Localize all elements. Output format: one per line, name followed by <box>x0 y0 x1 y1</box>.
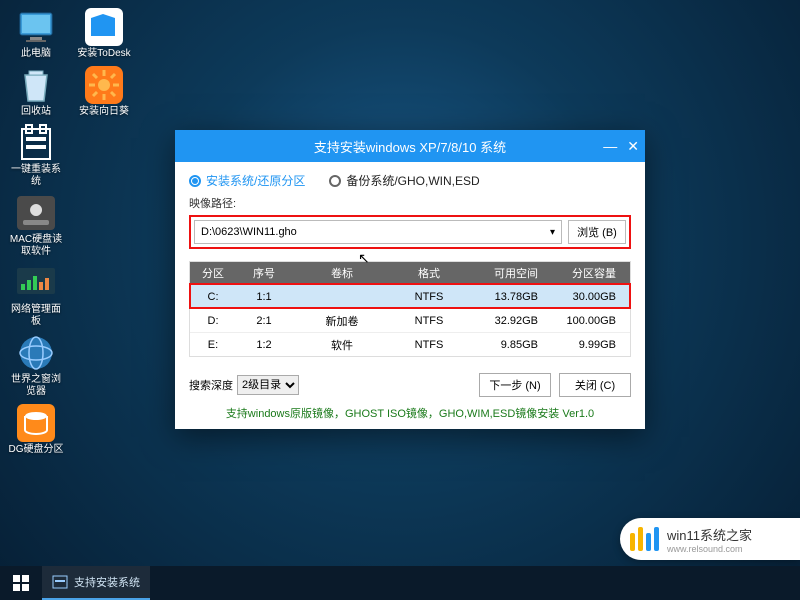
radio-off-icon <box>329 175 341 187</box>
desktop-icon-pc[interactable]: 此电脑 <box>8 8 64 60</box>
radio-on-icon <box>189 175 201 187</box>
desktop-icon-sunflower[interactable]: 安装向日葵 <box>76 66 132 118</box>
next-button[interactable]: 下一步 (N) <box>479 373 551 397</box>
depth-label: 搜索深度 <box>189 377 233 393</box>
sunflower-icon <box>84 66 124 104</box>
path-row-highlight: D:\0623\WIN11.gho 浏览 (B) <box>189 215 631 249</box>
desktop-icon-browser[interactable]: 世界之窗浏览器 <box>8 334 64 398</box>
minimize-button[interactable]: — <box>603 138 617 154</box>
macdisk-icon <box>16 194 56 232</box>
browser-icon <box>16 334 56 372</box>
path-label: 映像路径: <box>189 195 631 211</box>
close-x-button[interactable]: ✕ <box>627 138 639 155</box>
installer-window: 支持安装windows XP/7/8/10 系统 — ✕ 安装系统/还原分区 备… <box>175 130 645 429</box>
start-button[interactable] <box>0 566 42 600</box>
radio-install-restore[interactable]: 安装系统/还原分区 <box>189 172 305 189</box>
pc-icon <box>16 8 56 46</box>
titlebar[interactable]: 支持安装windows XP/7/8/10 系统 — ✕ <box>175 130 645 162</box>
netpanel-icon <box>16 264 56 302</box>
table-row[interactable]: D: 2:1 新加卷 NTFS 32.92GB 100.00GB <box>190 308 630 332</box>
dg-icon <box>16 404 56 442</box>
image-path-dropdown[interactable]: D:\0623\WIN11.gho <box>194 220 562 244</box>
watermark-badge: win11系统之家 www.relsound.com <box>620 518 800 560</box>
taskbar[interactable]: 支持安装系统 <box>0 566 800 600</box>
table-row[interactable]: E: 1:2 软件 NTFS 9.85GB 9.99GB <box>190 332 630 356</box>
windows-icon <box>13 575 29 591</box>
desktop-icon-dg[interactable]: DG硬盘分区 <box>8 404 64 456</box>
win11-bars-icon <box>630 527 659 551</box>
desktop-icon-todesk[interactable]: 安装ToDesk <box>76 8 132 60</box>
desktop-icon-reinstall[interactable]: 一键重装系统 <box>8 124 64 188</box>
version-text: 支持windows原版镜像，GHOST ISO镜像，GHO,WIM,ESD镜像安… <box>189 405 631 421</box>
app-icon <box>52 575 68 589</box>
close-button[interactable]: 关闭 (C) <box>559 373 631 397</box>
todesk-icon <box>84 8 124 46</box>
radio-backup[interactable]: 备份系统/GHO,WIN,ESD <box>329 172 479 189</box>
browse-button[interactable]: 浏览 (B) <box>568 220 626 244</box>
table-row[interactable]: C: 1:1 NTFS 13.78GB 30.00GB <box>190 284 630 308</box>
desktop-icon-macdisk[interactable]: MAC硬盘读取软件 <box>8 194 64 258</box>
taskbar-item-installer[interactable]: 支持安装系统 <box>42 566 150 600</box>
desktop-icon-recycle[interactable]: 回收站 <box>8 66 64 118</box>
desktop-icon-netpanel[interactable]: 网络管理面板 <box>8 264 64 328</box>
table-header: 分区 序号 卷标 格式 可用空间 分区容量 <box>190 262 630 284</box>
recycle-icon <box>16 66 56 104</box>
window-title: 支持安装windows XP/7/8/10 系统 <box>314 137 506 156</box>
reinstall-icon <box>16 124 56 162</box>
partition-table: 分区 序号 卷标 格式 可用空间 分区容量 C: 1:1 NTFS 13.78G… <box>189 261 631 357</box>
depth-select[interactable]: 2级目录 <box>237 375 299 395</box>
